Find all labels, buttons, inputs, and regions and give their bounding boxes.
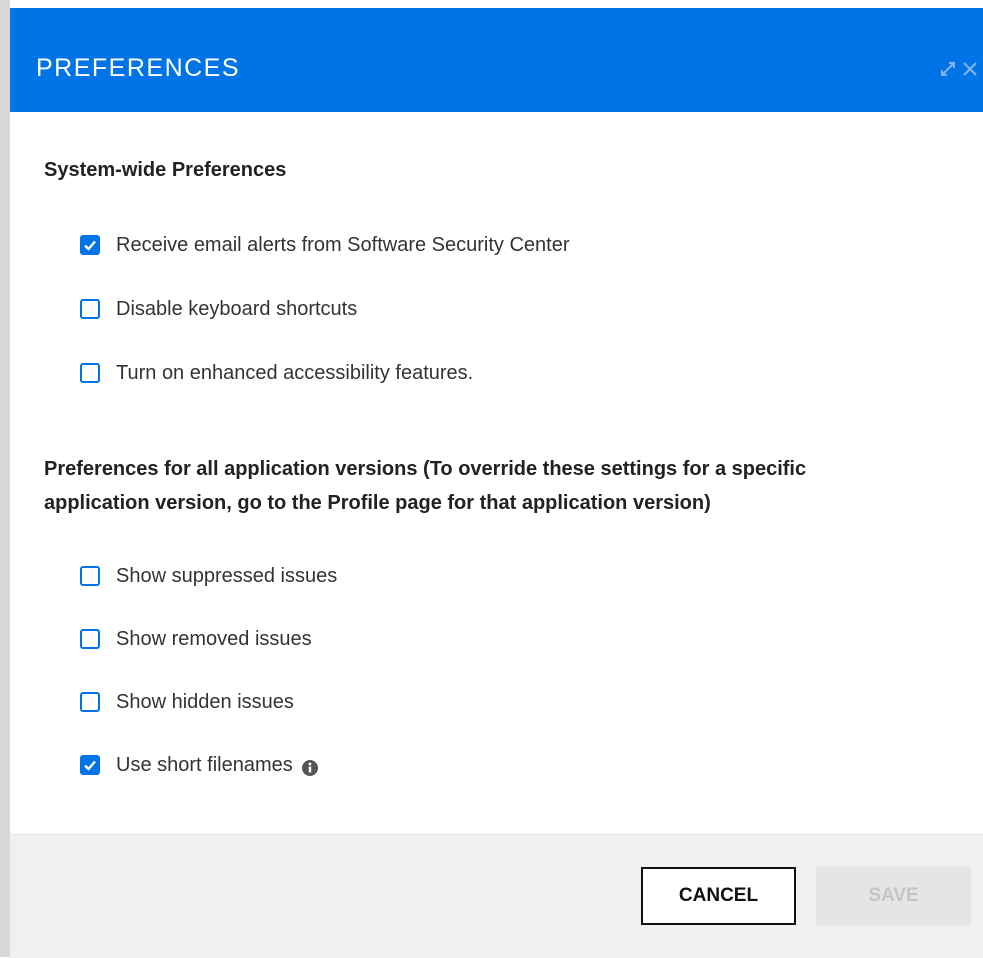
option-removed-issues[interactable]: Show removed issues [80,624,312,654]
short-filenames-checkbox[interactable] [80,755,100,775]
accessibility-label: Turn on enhanced accessibility features. [116,361,474,384]
accessibility-checkbox[interactable] [80,363,100,383]
suppressed-issues-label: Show suppressed issues [116,564,338,587]
option-suppressed-issues[interactable]: Show suppressed issues [80,561,337,591]
dialog-footer: CANCEL SAVE [10,834,983,958]
option-accessibility[interactable]: Turn on enhanced accessibility features. [80,358,473,388]
app-section-title-line1: Preferences for all application versions… [44,458,807,480]
removed-issues-label: Show removed issues [116,627,312,650]
disable-shortcuts-checkbox[interactable] [80,299,100,319]
short-filenames-label: Use short filenames [116,753,293,776]
close-icon[interactable] [961,60,979,78]
expand-icon[interactable] [937,58,959,80]
removed-issues-checkbox[interactable] [80,629,100,649]
suppressed-issues-checkbox[interactable] [80,566,100,586]
app-section-title: Preferences for all application versions… [44,452,944,520]
disable-shortcuts-label: Disable keyboard shortcuts [116,297,358,320]
email-alerts-label: Receive email alerts from Software Secur… [116,233,570,256]
email-alerts-checkbox[interactable] [80,235,100,255]
dialog-title: PREFERENCES [36,54,241,82]
preferences-dialog: PREFERENCES System-wide Preferences Rece… [0,0,983,958]
option-short-filenames[interactable]: Use short filenames [80,750,319,780]
app-section-title-line2: application version, go to the Profile p… [44,492,711,514]
option-disable-shortcuts[interactable]: Disable keyboard shortcuts [80,294,357,324]
header-icons [937,58,979,80]
option-hidden-issues[interactable]: Show hidden issues [80,687,294,717]
system-section-title: System-wide Preferences [44,159,287,181]
dialog-header: PREFERENCES [10,8,983,112]
cancel-button[interactable]: CANCEL [641,867,796,925]
save-button[interactable]: SAVE [816,867,971,925]
info-icon[interactable] [301,759,319,777]
option-email-alerts[interactable]: Receive email alerts from Software Secur… [80,230,570,260]
hidden-issues-checkbox[interactable] [80,692,100,712]
hidden-issues-label: Show hidden issues [116,690,294,713]
